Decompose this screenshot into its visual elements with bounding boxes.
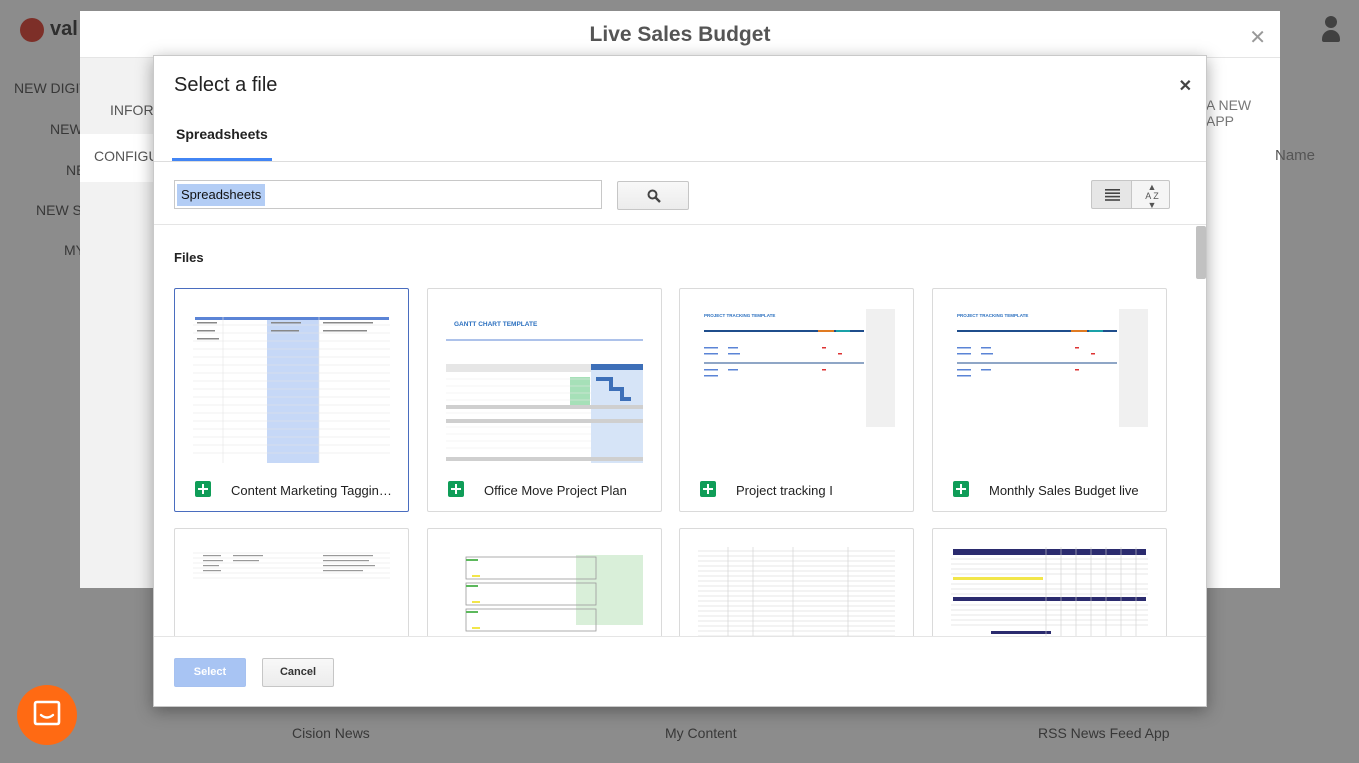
search-button[interactable] xyxy=(617,181,689,210)
sort-az-icon: ▲ A Z ▼ xyxy=(1145,182,1159,210)
sort-name-label[interactable]: Name xyxy=(1275,147,1315,164)
spreadsheet-icon xyxy=(953,481,969,497)
file-card-footer: Project tracking I xyxy=(680,467,913,511)
file-thumbnail: PROJECT TRACKING TEMPLATE xyxy=(951,307,1148,463)
file-card-footer: Content Marketing Tagging... xyxy=(175,467,408,511)
tab-configuration[interactable]: CONFIGU xyxy=(80,134,159,182)
file-card[interactable]: GANTT CHART TEMPLATE Office Move Project… xyxy=(427,288,662,512)
file-name: Monthly Sales Budget live xyxy=(989,483,1139,498)
cancel-button[interactable]: Cancel xyxy=(262,658,334,687)
file-thumbnail: PROJECT TRACKING TEMPLATE xyxy=(698,307,895,463)
list-view-icon xyxy=(1105,189,1120,201)
chat-launcher-button[interactable] xyxy=(17,685,77,745)
file-name: Office Move Project Plan xyxy=(484,483,627,498)
tab-configuration-label: CONFIGU xyxy=(94,148,159,164)
file-card[interactable]: PROJECT TRACKING TEMPLATE Monthly Sales … xyxy=(932,288,1167,512)
picker-toolbar: Spreadsheets ▲ A Z ▼ xyxy=(154,163,1206,225)
file-card[interactable] xyxy=(427,528,662,637)
select-button[interactable]: Select xyxy=(174,658,246,687)
thumb-title: PROJECT TRACKING TEMPLATE xyxy=(957,313,1029,318)
sort-button[interactable]: ▲ A Z ▼ xyxy=(1131,180,1170,210)
close-icon[interactable]: ✕ xyxy=(1179,76,1192,96)
picker-footer: Select Cancel xyxy=(154,636,1206,706)
scrollbar-thumb[interactable] xyxy=(1196,226,1206,279)
search-input[interactable]: Spreadsheets xyxy=(174,180,602,209)
file-thumbnail xyxy=(951,547,1148,637)
file-card[interactable] xyxy=(932,528,1167,637)
file-name: Project tracking I xyxy=(736,483,833,498)
chat-icon xyxy=(33,700,61,726)
tab-spreadsheets[interactable]: Spreadsheets xyxy=(172,114,272,161)
file-card[interactable]: Content Marketing Tagging... xyxy=(174,288,409,512)
files-section-label: Files xyxy=(174,250,204,265)
picker-header: Select a file ✕ Spreadsheets xyxy=(154,56,1206,162)
thumb-title: GANTT CHART TEMPLATE xyxy=(454,321,538,328)
file-card[interactable] xyxy=(174,528,409,637)
file-thumbnail xyxy=(446,547,643,637)
file-thumbnail xyxy=(193,307,390,463)
file-card[interactable] xyxy=(679,528,914,637)
search-input-value: Spreadsheets xyxy=(177,184,266,206)
file-thumbnail xyxy=(698,547,895,637)
thumb-title: PROJECT TRACKING TEMPLATE xyxy=(704,313,776,318)
file-card-footer: Office Move Project Plan xyxy=(428,467,661,511)
outer-side-tabs: INFORM CONFIGU xyxy=(80,58,165,588)
new-app-button[interactable]: A NEW APP xyxy=(1206,97,1280,129)
files-area[interactable]: Files Content Marketing Tagging... GANTT… xyxy=(154,226,1206,637)
file-name: Content Marketing Tagging... xyxy=(231,483,396,498)
spreadsheet-icon xyxy=(195,481,211,497)
picker-title: Select a file xyxy=(174,74,278,96)
file-card[interactable]: PROJECT TRACKING TEMPLATE Project tracki… xyxy=(679,288,914,512)
outer-modal-title: Live Sales Budget xyxy=(589,23,771,46)
spreadsheet-icon xyxy=(448,481,464,497)
file-card-footer: Monthly Sales Budget live xyxy=(933,467,1166,511)
file-thumbnail: GANTT CHART TEMPLATE xyxy=(446,307,643,463)
list-view-button[interactable] xyxy=(1091,180,1132,209)
file-picker-dialog: Select a file ✕ Spreadsheets Spreadsheet… xyxy=(153,55,1207,707)
outer-close-icon[interactable]: ✕ xyxy=(1249,25,1266,50)
spreadsheet-icon xyxy=(700,481,716,497)
search-icon xyxy=(647,189,661,203)
file-thumbnail xyxy=(193,547,390,637)
